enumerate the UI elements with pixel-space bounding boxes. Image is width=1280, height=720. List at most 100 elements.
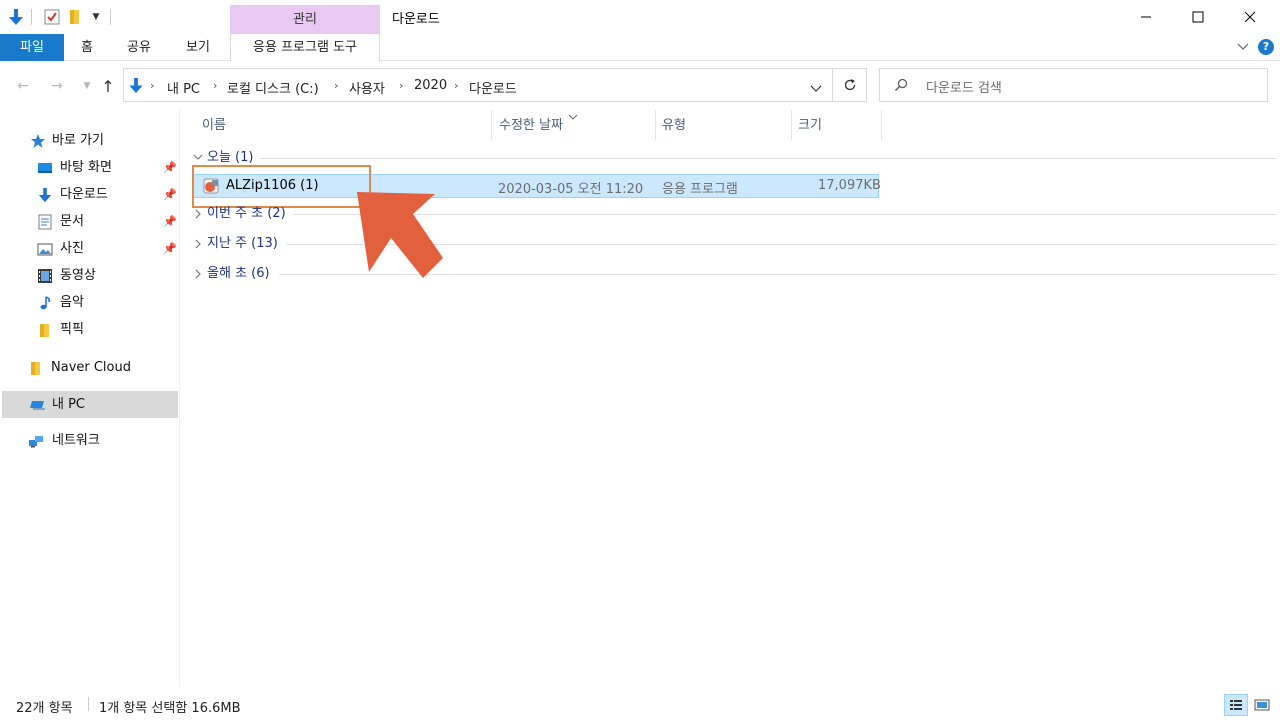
large-icons-view-button[interactable] — [1250, 694, 1274, 716]
search-box[interactable]: 다운로드 검색 — [879, 68, 1268, 102]
qat-dropdown-icon[interactable]: ▼ — [88, 8, 104, 26]
group-label: 이번 주 초 (2) — [207, 206, 286, 221]
pin-icon[interactable]: 📌 — [163, 156, 177, 180]
navigation-pane: 바로 가기 바탕 화면 📌 다운로드 📌 문서 📌 사진 📌 동영상 음악 픽픽… — [0, 108, 180, 686]
recent-locations-icon[interactable]: ▼ — [76, 76, 98, 96]
tab-file[interactable]: 파일 — [0, 34, 64, 61]
column-header-date[interactable]: 수정한 날짜 — [499, 116, 563, 136]
address-dropdown-icon[interactable] — [810, 82, 822, 97]
sidebar-item-label: 픽픽 — [60, 322, 84, 337]
sidebar-item-desktop[interactable]: 바탕 화면 📌 — [37, 156, 180, 180]
breadcrumb-downloads[interactable]: 다운로드 — [469, 78, 517, 97]
breadcrumb-this-pc[interactable]: 내 PC — [167, 78, 200, 97]
group-label: 지난 주 (13) — [207, 236, 278, 251]
sidebar-item-label: 다운로드 — [60, 187, 108, 202]
download-arrow-icon — [38, 187, 52, 203]
breadcrumb-separator: › — [399, 79, 404, 92]
film-icon — [38, 269, 52, 283]
help-icon[interactable]: ? — [1258, 39, 1274, 55]
folder-icon — [31, 362, 40, 375]
download-arrow-icon[interactable] — [8, 8, 24, 26]
sort-chevron-icon — [568, 109, 578, 124]
column-header-name[interactable]: 이름 — [202, 116, 226, 136]
sidebar-item-label: 바탕 화면 — [60, 160, 112, 175]
group-header-this-year[interactable]: 올해 초 (6) — [193, 264, 270, 284]
sidebar-item-label: 동영상 — [60, 268, 96, 283]
maximize-button[interactable] — [1172, 0, 1224, 34]
sidebar-item-downloads[interactable]: 다운로드 📌 — [37, 183, 180, 207]
up-button[interactable]: ↑ — [97, 76, 119, 96]
breadcrumb-separator: › — [213, 79, 218, 92]
breadcrumb-separator: › — [334, 79, 339, 92]
column-separator[interactable] — [491, 110, 492, 140]
file-date: 2020-03-05 오전 11:20 — [498, 182, 644, 197]
group-label: 올해 초 (6) — [207, 266, 270, 281]
sidebar-item-label: Naver Cloud — [51, 360, 131, 375]
details-view-button[interactable] — [1224, 694, 1248, 716]
manage-tab[interactable]: 관리 — [230, 5, 380, 34]
sidebar-item-label: 네트워크 — [52, 433, 100, 448]
new-folder-icon[interactable] — [67, 8, 83, 26]
sidebar-item-label: 문서 — [60, 214, 84, 229]
qat-divider — [110, 9, 111, 25]
star-icon — [31, 134, 45, 148]
chevron-right-icon — [195, 269, 201, 278]
sidebar-item-picpick[interactable]: 픽픽 — [37, 318, 180, 342]
tab-home[interactable]: 홈 — [64, 34, 110, 61]
computer-icon — [30, 401, 45, 410]
group-header-this-week[interactable]: 이번 주 초 (2) — [193, 204, 286, 224]
breadcrumb-separator: › — [150, 79, 155, 92]
chevron-right-icon — [195, 239, 201, 248]
ribbon-expand-icon[interactable] — [1236, 40, 1250, 54]
file-type: 응용 프로그램 — [662, 182, 738, 197]
minimize-button[interactable] — [1120, 0, 1172, 34]
pin-icon[interactable]: 📌 — [163, 183, 177, 207]
sidebar-item-videos[interactable]: 동영상 — [37, 264, 180, 288]
breadcrumb-local-disk[interactable]: 로컬 디스크 (C:) — [227, 78, 319, 97]
column-header-size[interactable]: 크기 — [798, 116, 822, 136]
column-header-type[interactable]: 유형 — [662, 116, 686, 136]
selection-info: 1개 항목 선택함 16.6MB — [99, 701, 241, 716]
tab-application-tools[interactable]: 응용 프로그램 도구 — [230, 34, 380, 61]
status-divider — [88, 697, 89, 711]
tab-view[interactable]: 보기 — [170, 34, 226, 61]
desktop-icon — [38, 163, 52, 173]
document-icon — [38, 214, 52, 230]
search-placeholder: 다운로드 검색 — [926, 81, 1002, 96]
item-count: 22개 항목 — [16, 701, 73, 716]
sidebar-item-label: 음악 — [60, 295, 84, 310]
tab-share[interactable]: 공유 — [112, 34, 166, 61]
properties-check-icon[interactable] — [44, 8, 60, 26]
sidebar-item-documents[interactable]: 문서 📌 — [37, 210, 180, 234]
search-icon — [894, 78, 908, 96]
sidebar-item-label: 내 PC — [52, 397, 86, 412]
chevron-down-icon — [193, 154, 203, 160]
group-label: 오늘 (1) — [207, 150, 254, 165]
highlight-box — [192, 165, 371, 208]
breadcrumb-users[interactable]: 사용자 — [349, 78, 385, 97]
refresh-button[interactable] — [833, 68, 867, 102]
group-header-last-week[interactable]: 지난 주 (13) — [193, 234, 278, 254]
title-bar: ▼ 관리 다운로드 — [0, 0, 1280, 34]
column-separator[interactable] — [655, 110, 656, 140]
pin-icon[interactable]: 📌 — [163, 210, 177, 234]
forward-button[interactable]: → — [46, 76, 68, 96]
pin-icon[interactable]: 📌 — [163, 237, 177, 261]
address-bar[interactable]: › 내 PC › 로컬 디스크 (C:) › 사용자 › 2020 › 다운로드 — [123, 68, 833, 102]
sidebar-item-quick-access[interactable]: 바로 가기 — [30, 129, 180, 153]
close-button[interactable] — [1224, 0, 1276, 34]
sidebar-item-music[interactable]: 음악 — [37, 291, 180, 315]
sidebar-item-pictures[interactable]: 사진 📌 — [37, 237, 180, 261]
file-list: 이름 수정한 날짜 유형 크기 오늘 (1) ALZip1106 (1) 202… — [181, 108, 1280, 686]
column-separator[interactable] — [881, 110, 882, 140]
sidebar-item-this-pc[interactable]: 내 PC — [30, 393, 178, 417]
breadcrumb-separator: › — [454, 79, 459, 92]
breadcrumb-2020[interactable]: 2020 — [414, 78, 447, 93]
back-button[interactable]: ← — [12, 76, 34, 96]
sidebar-item-naver-cloud[interactable]: Naver Cloud — [28, 356, 180, 380]
download-folder-icon — [128, 77, 144, 98]
qat-divider — [31, 9, 32, 25]
sidebar-item-network[interactable]: 네트워크 — [28, 429, 180, 453]
ribbon-tabs: 파일 홈 공유 보기 응용 프로그램 도구 ? — [0, 34, 1280, 61]
column-separator[interactable] — [791, 110, 792, 140]
